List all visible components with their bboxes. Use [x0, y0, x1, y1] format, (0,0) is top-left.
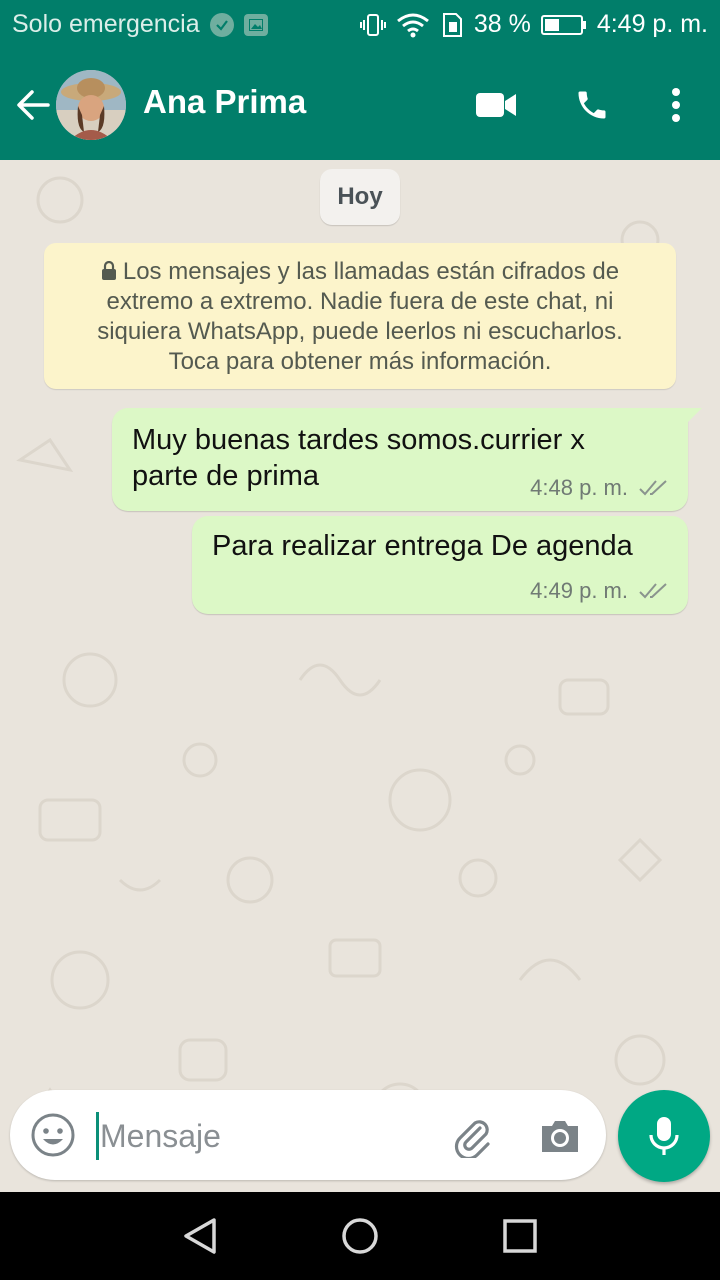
- date-chip: Hoy: [320, 169, 400, 225]
- battery-percent: 38 %: [473, 10, 531, 38]
- outgoing-message[interactable]: Para realizar entrega De agenda 4:49 p. …: [192, 516, 688, 614]
- lock-icon: [101, 261, 116, 280]
- message-composer: [10, 1090, 606, 1180]
- emoji-icon[interactable]: [30, 1112, 76, 1158]
- message-input[interactable]: [100, 1110, 430, 1162]
- outgoing-message[interactable]: Muy buenas tardes somos.currier x parte …: [112, 408, 702, 511]
- clock: 4:49 p. m.: [596, 10, 708, 38]
- chat-area[interactable]: Hoy Los mensajes y las llamadas están ci…: [0, 160, 720, 1190]
- message-text: Muy buenas tardes somos.currier x: [132, 424, 585, 456]
- wifi-icon: [396, 13, 429, 37]
- attach-icon[interactable]: [450, 1114, 494, 1161]
- battery-icon: [540, 14, 586, 35]
- contact-name[interactable]: Ana Prima: [143, 83, 306, 121]
- chat-header: Ana Prima: [0, 50, 720, 160]
- camera-icon[interactable]: [538, 1114, 582, 1158]
- more-options-icon[interactable]: [654, 83, 698, 127]
- mic-icon: [649, 1117, 679, 1155]
- carrier-text: Solo emergencia: [12, 10, 200, 38]
- message-time: 4:48 p. m.: [530, 475, 628, 500]
- mic-button[interactable]: [618, 1090, 710, 1182]
- message-time: 4:49 p. m.: [530, 578, 628, 603]
- encryption-notice[interactable]: Los mensajes y las llamadas están cifrad…: [44, 243, 676, 389]
- vibrate-icon: [359, 13, 386, 36]
- image-notification-icon: [243, 13, 268, 36]
- sim-icon: [442, 12, 462, 37]
- avatar[interactable]: [56, 70, 126, 140]
- nav-home-icon[interactable]: [336, 1212, 384, 1260]
- message-text: parte de prima: [132, 460, 319, 492]
- double-check-icon: [639, 583, 667, 599]
- nav-back-icon[interactable]: [176, 1212, 224, 1260]
- double-check-icon: [639, 480, 667, 496]
- status-bar: Solo emergencia 38 % 4:49 p. m.: [0, 0, 720, 50]
- encryption-notice-text: Los mensajes y las llamadas están cifrad…: [97, 258, 623, 375]
- nav-recents-icon[interactable]: [496, 1212, 544, 1260]
- check-badge-icon: [209, 12, 234, 37]
- system-nav-bar: [0, 1192, 720, 1280]
- back-arrow-icon[interactable]: [14, 86, 52, 124]
- video-call-icon[interactable]: [474, 83, 518, 127]
- phone-icon[interactable]: [570, 83, 614, 127]
- text-cursor: [96, 1112, 99, 1160]
- message-text: Para realizar entrega De agenda: [212, 530, 633, 562]
